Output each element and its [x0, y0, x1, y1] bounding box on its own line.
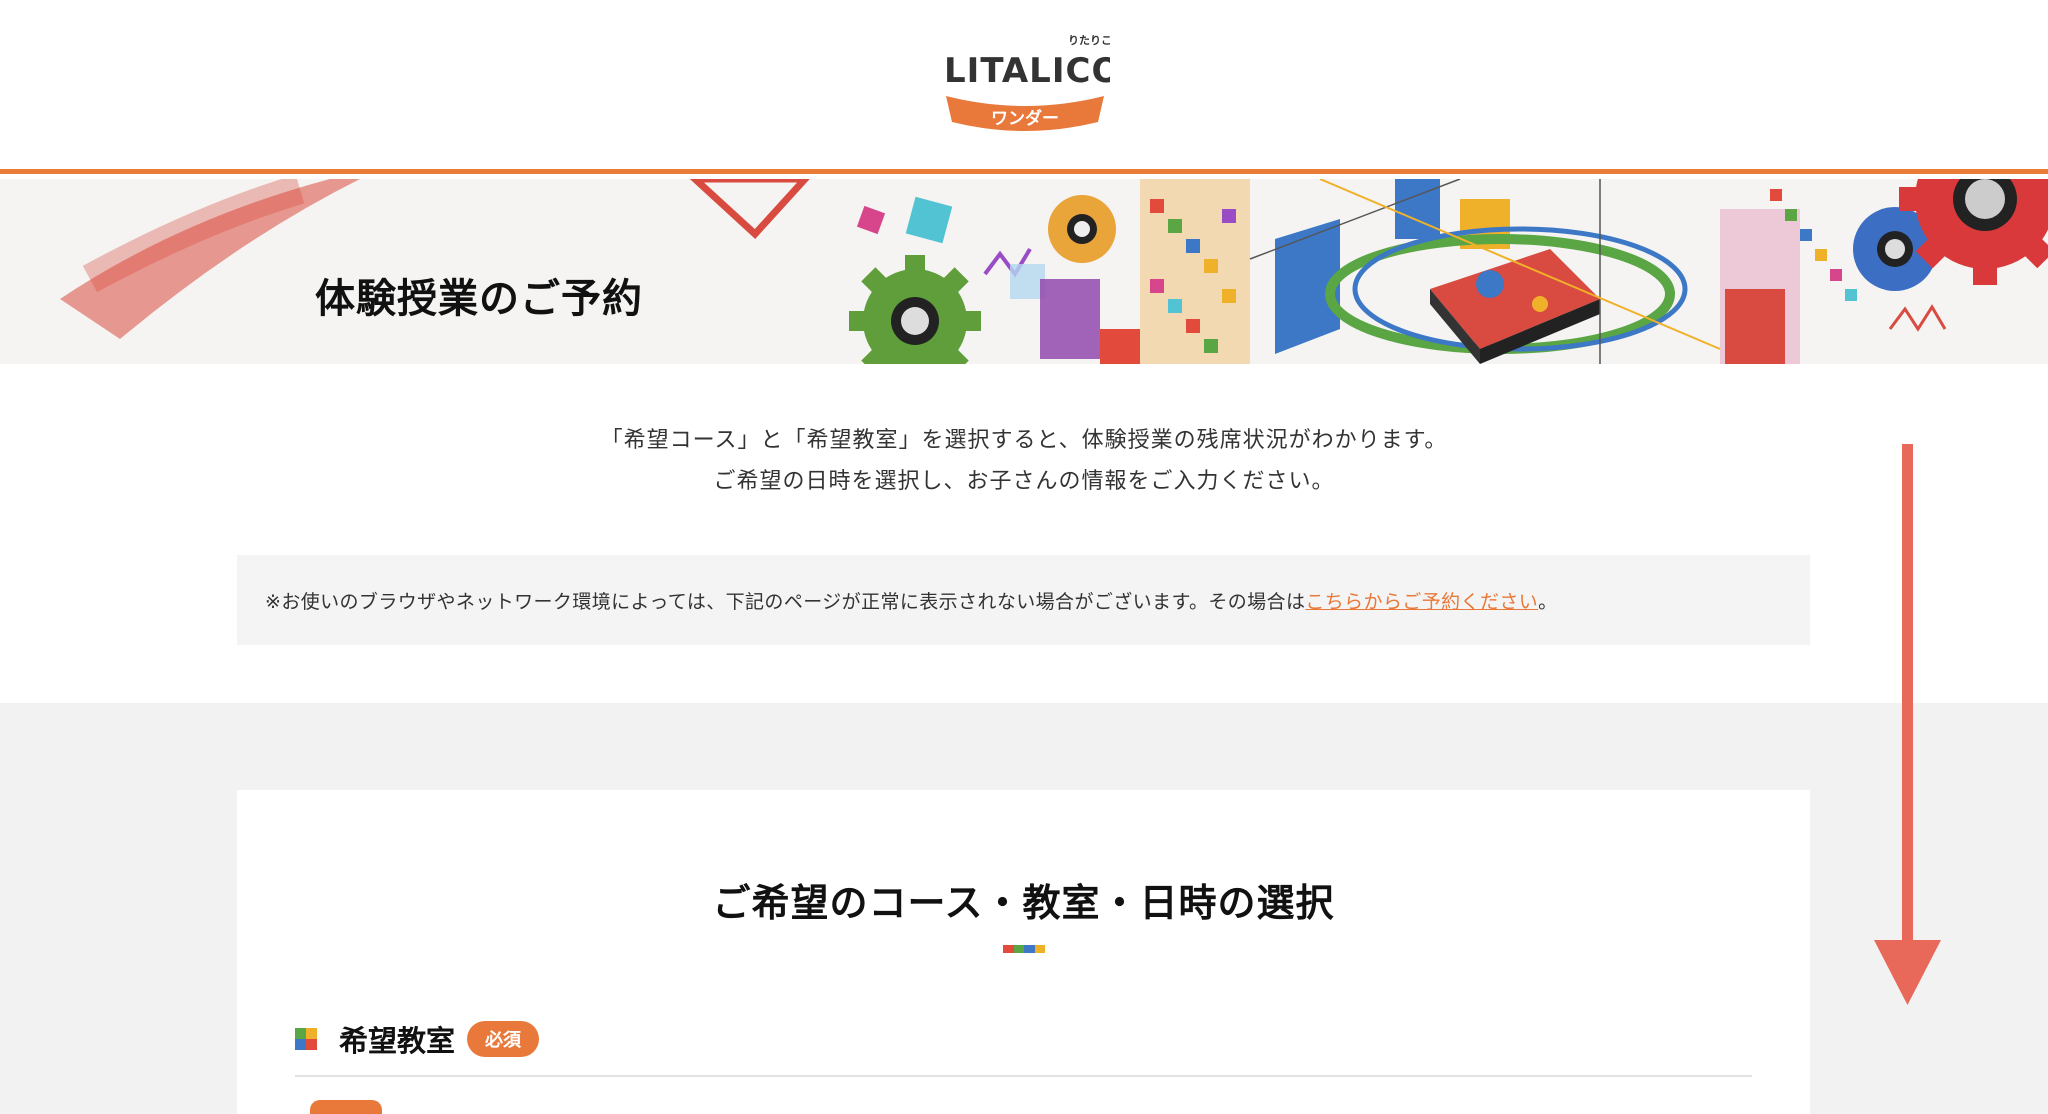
hero-banner: 体験授業のご予約: [0, 179, 2048, 364]
section-title: ご希望のコース・教室・日時の選択: [712, 881, 1335, 925]
notice-suffix: 。: [1538, 590, 1558, 613]
required-badge: 必須: [467, 1021, 540, 1057]
intro-text: 「希望コース」と「希望教室」を選択すると、体験授業の残席状況がわかります。 ご希…: [0, 420, 2048, 502]
logo-small-text: りたりこ: [1068, 34, 1110, 47]
field-preferred-classroom: 希望教室 必須: [295, 1018, 540, 1060]
field-label: 希望教室: [339, 1024, 456, 1058]
intro-line-1: 「希望コース」と「希望教室」を選択すると、体験授業の残席状況がわかります。: [600, 428, 1448, 453]
next-required-badge: [310, 1100, 382, 1114]
title-underline: [1003, 945, 1045, 953]
alternate-reservation-link[interactable]: こちらからご予約ください: [1305, 587, 1538, 614]
logo-main-text: LITALICO: [944, 51, 1110, 91]
logo-graphic: りたりこ LITALICO ワンダー: [944, 34, 1120, 131]
next-field-row: [295, 1100, 382, 1114]
hero-illustration: [60, 179, 2048, 364]
field-divider: [295, 1075, 1752, 1077]
scroll-down-arrow-icon: [1874, 444, 1941, 1005]
browser-notice: ※お使いのブラウザやネットワーク環境によっては、下記のページが正常に表示されない…: [237, 555, 1810, 645]
page-title: 体験授業のご予約: [315, 275, 643, 322]
logo-sub-text: ワンダー: [991, 108, 1059, 129]
reservation-form-card: ご希望のコース・教室・日時の選択 希望教室 必須: [237, 790, 1810, 1114]
litalico-wonder-logo[interactable]: りたりこ LITALICO ワンダー: [940, 30, 1120, 135]
notice-text: ※お使いのブラウザやネットワーク環境によっては、下記のページが正常に表示されない…: [265, 590, 1306, 613]
intro-line-2: ご希望の日時を選択し、お子さんの情報をご入力ください。: [713, 469, 1335, 494]
field-bullet-icon: [295, 1028, 317, 1050]
site-header: りたりこ LITALICO ワンダー: [0, 0, 2048, 174]
